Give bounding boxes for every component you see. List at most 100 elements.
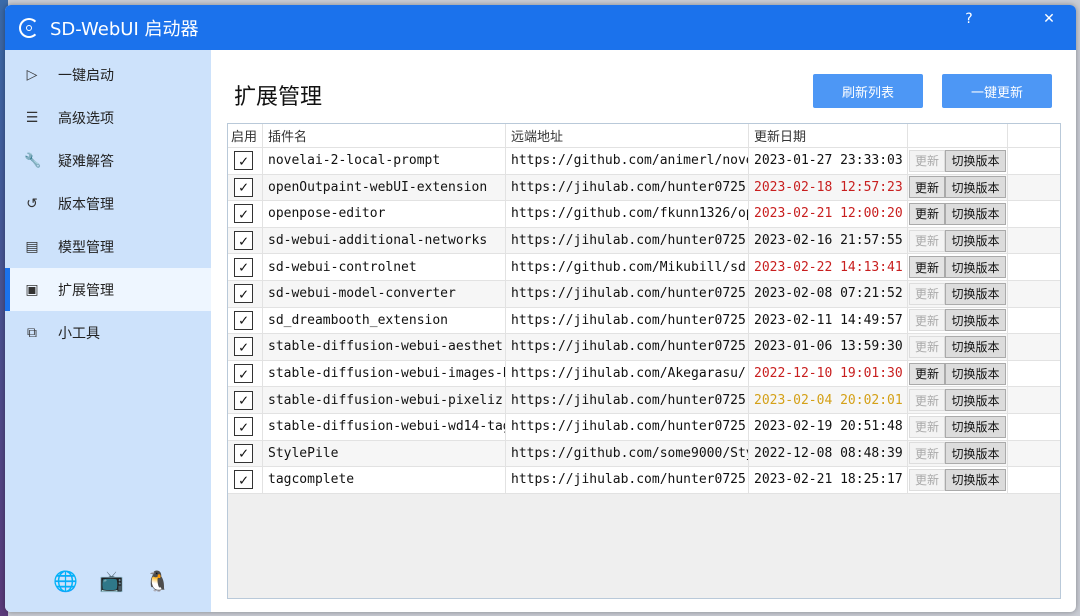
qq-icon[interactable]: 🐧 (145, 570, 170, 592)
table-row: ✓ stable-diffusion-webui-pixeliz: https:… (228, 387, 1060, 414)
sidebar-item-1[interactable]: ☰ 高级选项 (5, 96, 211, 139)
actions-cell: 更新 切换版本 (908, 201, 1008, 227)
enabled-checkbox[interactable]: ✓ (234, 231, 253, 251)
sidebar-item-label: 一键启动 (58, 67, 114, 84)
header-date[interactable]: 更新日期 (749, 124, 908, 147)
update-button[interactable]: 更新 (909, 468, 945, 491)
enabled-cell: ✓ (228, 201, 263, 227)
sidebar-item-label: 版本管理 (58, 196, 114, 213)
update-button[interactable]: 更新 (909, 176, 945, 199)
table-row: ✓ sd-webui-model-converter https://jihul… (228, 280, 1060, 308)
enabled-checkbox[interactable]: ✓ (234, 151, 253, 171)
switch-version-button[interactable]: 切换版本 (945, 256, 1006, 279)
sidebar-item-0[interactable]: ▷ 一键启动 (5, 53, 211, 96)
update-button[interactable]: 更新 (909, 389, 945, 412)
table-row: ✓ openpose-editor https://github.com/fku… (228, 201, 1060, 228)
header-enabled[interactable]: 启用 (228, 124, 263, 147)
enabled-checkbox[interactable]: ✓ (234, 177, 253, 197)
switch-version-button[interactable]: 切换版本 (945, 202, 1006, 225)
update-button[interactable]: 更新 (909, 335, 945, 358)
update-button[interactable]: 更新 (909, 202, 945, 225)
table-row: ✓ stable-diffusion-webui-images-b https:… (228, 360, 1060, 388)
update-date: 2023-02-11 14:49:57 (749, 307, 908, 334)
refresh-list-button[interactable]: 刷新列表 (813, 74, 923, 108)
filler-cell (1008, 254, 1060, 280)
enabled-checkbox[interactable]: ✓ (234, 337, 253, 357)
sidebar-item-3[interactable]: ↺ 版本管理 (5, 182, 211, 225)
sidebar-item-6[interactable]: ⧉ 小工具 (5, 311, 211, 354)
enabled-checkbox[interactable]: ✓ (234, 390, 253, 410)
window-title: SD-WebUI 启动器 (50, 18, 199, 40)
switch-version-button[interactable]: 切换版本 (945, 468, 1006, 491)
toolbox-icon: ⧉ (27, 324, 37, 341)
update-date: 2022-12-08 08:48:39 (749, 440, 908, 467)
sidebar-item-2[interactable]: 🔧 疑难解答 (5, 139, 211, 182)
table-row: ✓ stable-diffusion-webui-wd14-tag https:… (228, 413, 1060, 441)
enabled-checkbox[interactable]: ✓ (234, 443, 253, 463)
update-date: 2022-12-10 19:01:30 (749, 360, 908, 387)
sidebar-item-4[interactable]: ▤ 模型管理 (5, 225, 211, 268)
remote-url: https://jihulab.com/hunter0725, (506, 174, 749, 201)
update-button[interactable]: 更新 (909, 415, 945, 438)
close-button[interactable]: ✕ (1034, 11, 1064, 27)
actions-cell: 更新 切换版本 (908, 280, 1008, 307)
switch-version-button[interactable]: 切换版本 (945, 389, 1006, 412)
update-button[interactable]: 更新 (909, 256, 945, 279)
enabled-checkbox[interactable]: ✓ (234, 284, 253, 304)
update-button[interactable]: 更新 (909, 149, 945, 172)
enabled-checkbox[interactable]: ✓ (234, 310, 253, 330)
update-button[interactable]: 更新 (909, 362, 945, 385)
enabled-cell: ✓ (228, 174, 263, 201)
switch-version-button[interactable]: 切换版本 (945, 229, 1006, 252)
sidebar-item-5[interactable]: ▣ 扩展管理 (5, 268, 211, 311)
plugin-name: stable-diffusion-webui-wd14-tag (263, 413, 506, 440)
globe-icon[interactable]: 🌐 (53, 570, 78, 592)
switch-version-button[interactable]: 切换版本 (945, 335, 1006, 358)
switch-version-button[interactable]: 切换版本 (945, 415, 1006, 438)
remote-url: https://jihulab.com/hunter0725, (506, 387, 749, 413)
bilibili-icon[interactable]: 📺 (99, 570, 124, 592)
remote-url: https://jihulab.com/hunter0725, (506, 334, 749, 360)
switch-version-button[interactable]: 切换版本 (945, 309, 1006, 332)
switch-version-button[interactable]: 切换版本 (945, 282, 1006, 305)
switch-version-button[interactable]: 切换版本 (945, 149, 1006, 172)
plugin-name: openOutpaint-webUI-extension (263, 174, 506, 201)
update-button[interactable]: 更新 (909, 282, 945, 305)
actions-cell: 更新 切换版本 (908, 307, 1008, 334)
enabled-checkbox[interactable]: ✓ (234, 470, 253, 490)
plugin-name: sd_dreambooth_extension (263, 307, 506, 334)
actions-cell: 更新 切换版本 (908, 467, 1008, 493)
filler-cell (1008, 414, 1060, 440)
filler-cell (1008, 201, 1060, 227)
header-filler (1008, 124, 1060, 147)
filler-cell (1008, 308, 1060, 334)
enabled-checkbox[interactable]: ✓ (234, 257, 253, 277)
play-icon: ▷ (26, 66, 38, 83)
title-bar: SD-WebUI 启动器 ? ✕ (5, 5, 1076, 50)
header-name[interactable]: 插件名 (263, 124, 506, 147)
enabled-checkbox[interactable]: ✓ (234, 364, 253, 384)
sidebar: ▷ 一键启动 ☰ 高级选项 🔧 疑难解答 ↺ 版本管理 ▤ 模型管理 ▣ 扩展管理 ⧉ 小工具 🌐 📺 🐧 (5, 50, 211, 612)
enabled-checkbox[interactable]: ✓ (234, 204, 253, 224)
help-button[interactable]: ? (954, 11, 984, 27)
switch-version-button[interactable]: 切换版本 (945, 442, 1006, 465)
enabled-cell: ✓ (228, 360, 263, 387)
remote-url: https://github.com/Mikubill/sd- (506, 254, 749, 280)
update-all-button[interactable]: 一键更新 (942, 74, 1052, 108)
update-button[interactable]: 更新 (909, 229, 945, 252)
update-button[interactable]: 更新 (909, 309, 945, 332)
filler-cell (1008, 148, 1060, 174)
actions-cell: 更新 切换版本 (908, 413, 1008, 440)
switch-version-button[interactable]: 切换版本 (945, 362, 1006, 385)
enabled-cell: ✓ (228, 307, 263, 334)
switch-version-button[interactable]: 切换版本 (945, 176, 1006, 199)
filler-cell (1008, 441, 1060, 467)
update-button[interactable]: 更新 (909, 442, 945, 465)
table-row: ✓ stable-diffusion-webui-aesthet: https:… (228, 334, 1060, 361)
enabled-cell: ✓ (228, 467, 263, 493)
table-row: ✓ sd_dreambooth_extension https://jihula… (228, 307, 1060, 335)
enabled-checkbox[interactable]: ✓ (234, 417, 253, 437)
header-url[interactable]: 远端地址 (506, 124, 749, 147)
page-title: 扩展管理 (234, 85, 323, 110)
table-row: ✓ novelai-2-local-prompt https://github.… (228, 148, 1060, 175)
